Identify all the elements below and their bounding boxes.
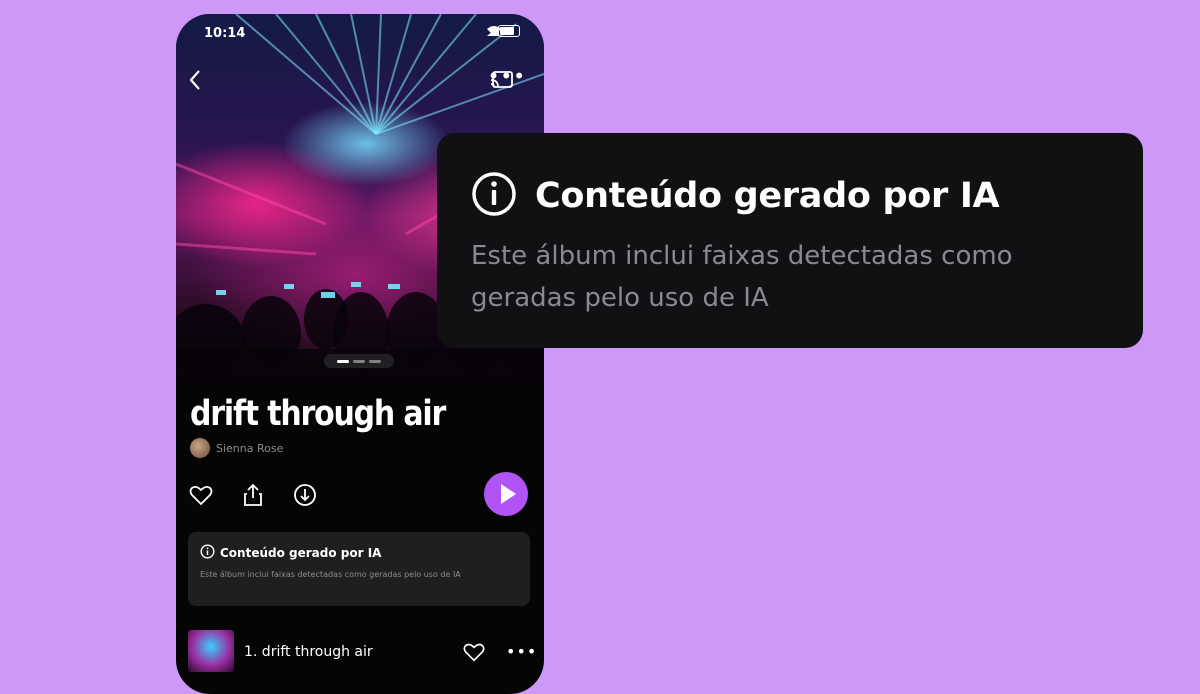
page-dot	[369, 359, 381, 363]
track-thumbnail	[188, 630, 234, 672]
phone-screen: 10:14 ••• drift through air Sienna Rose …	[176, 14, 544, 694]
ai-notice-header: Conteúdo gerado por IA	[471, 171, 1000, 221]
share-icon[interactable]	[240, 482, 266, 508]
artist-row[interactable]: Sienna Rose	[190, 438, 283, 458]
download-icon[interactable]	[292, 482, 318, 508]
status-time: 10:14	[204, 26, 246, 41]
info-icon	[471, 171, 517, 221]
play-button[interactable]	[484, 472, 528, 516]
heart-icon[interactable]	[188, 482, 214, 508]
heart-icon[interactable]	[462, 640, 486, 664]
ai-notice-title: Conteúdo gerado por IA	[535, 176, 1000, 216]
more-icon[interactable]: •••	[506, 642, 537, 661]
album-title: drift through air	[190, 394, 446, 435]
page-indicator	[324, 354, 394, 368]
artist-avatar	[190, 438, 210, 458]
page-dot-active	[337, 359, 349, 363]
battery-icon	[498, 25, 520, 37]
ai-notice-inline: Conteúdo gerado por IA Este álbum inclui…	[188, 532, 530, 606]
ai-notice-inline-description: Este álbum inclui faixas detectadas como…	[200, 570, 461, 579]
top-bar: •••	[188, 64, 526, 96]
track-row[interactable]: 1. drift through air •••	[188, 628, 536, 674]
ai-notice-inline-title: Conteúdo gerado por IA	[220, 546, 382, 560]
page-dot	[353, 359, 365, 363]
more-icon[interactable]: •••	[488, 64, 526, 88]
status-icons	[486, 25, 520, 37]
info-icon	[200, 544, 215, 562]
ai-notice-inline-header: Conteúdo gerado por IA	[200, 544, 381, 562]
ai-notice-popup: Conteúdo gerado por IA Este álbum inclui…	[437, 133, 1143, 348]
ai-notice-description: Este álbum inclui faixas detectadas como…	[471, 241, 1013, 313]
artist-name: Sienna Rose	[216, 441, 284, 455]
album-actions	[188, 482, 318, 508]
track-title: 1. drift through air	[244, 644, 373, 660]
status-bar: 10:14	[204, 22, 520, 44]
